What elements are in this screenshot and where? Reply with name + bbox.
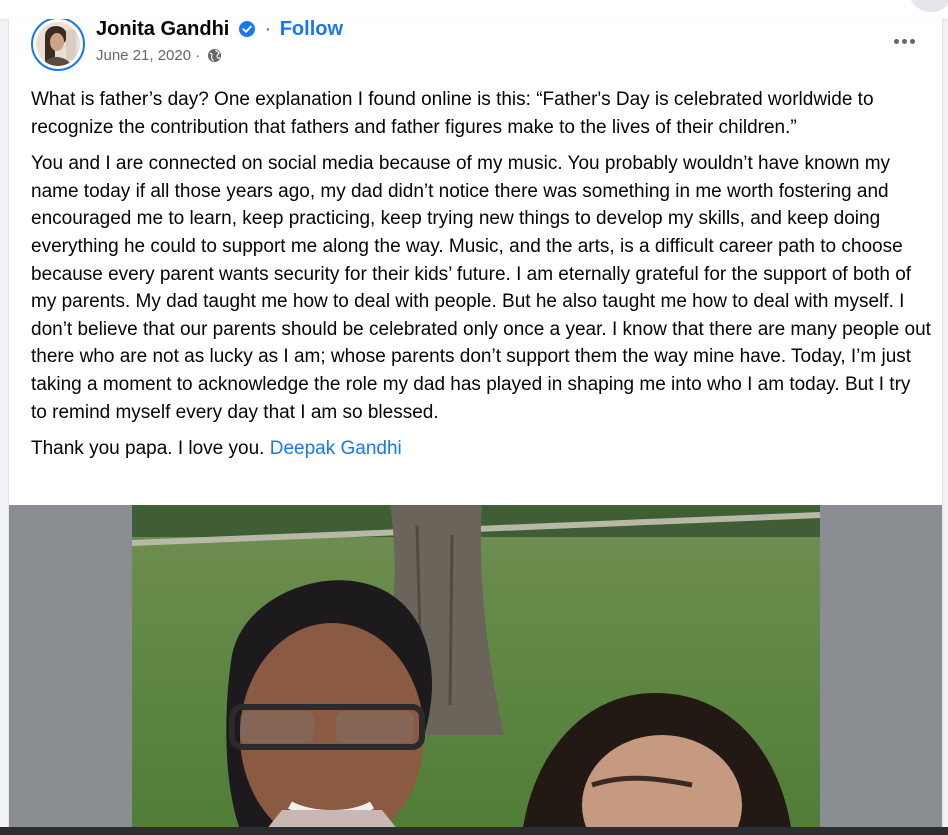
bottom-bar <box>0 827 948 835</box>
verified-badge-icon <box>238 19 255 44</box>
post-body: What is father’s day? One explanation I … <box>31 86 931 472</box>
globe-icon[interactable] <box>207 48 222 67</box>
separator-dot: · <box>264 19 272 40</box>
post-header: Jonita Gandhi · Follow June 21, 2020 · <box>9 19 942 77</box>
more-options-button[interactable] <box>886 29 922 53</box>
post-photo[interactable] <box>132 505 820 835</box>
post-meta: June 21, 2020 · <box>96 47 222 67</box>
more-options-icon <box>893 38 899 44</box>
follow-button[interactable]: Follow <box>280 19 343 40</box>
avatar-image <box>36 22 80 66</box>
post-paragraph: What is father’s day? One explanation I … <box>31 89 874 138</box>
photo-frame <box>9 505 942 835</box>
author-line: Jonita Gandhi · Follow <box>96 19 343 44</box>
date-separator: · <box>195 47 201 64</box>
author-name[interactable]: Jonita Gandhi <box>96 19 229 40</box>
author-avatar[interactable] <box>31 19 85 71</box>
post-date[interactable]: June 21, 2020 <box>96 47 191 64</box>
post-closing: Thank you papa. I love you. Deepak Gandh… <box>31 435 931 463</box>
closing-text: Thank you papa. I love you. <box>31 438 265 460</box>
post-card: Jonita Gandhi · Follow June 21, 2020 · W… <box>9 19 942 835</box>
post-paragraph: You and I are connected on social media … <box>31 153 931 423</box>
top-bar <box>0 0 948 19</box>
mention-link[interactable]: Deepak Gandhi <box>270 438 402 459</box>
